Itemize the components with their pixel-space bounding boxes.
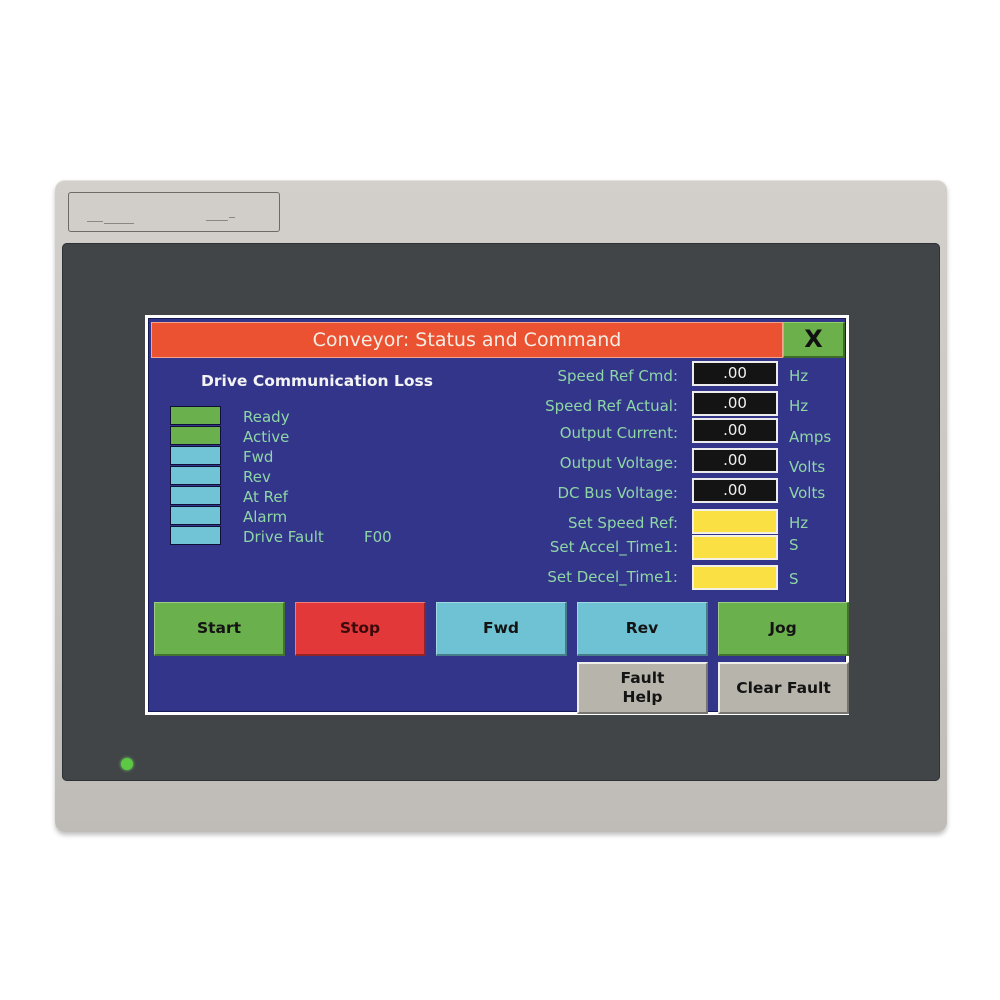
clear-fault-button[interactable]: Clear Fault <box>718 662 849 714</box>
speed-ref-cmd-value: .00 <box>692 361 778 386</box>
stop-button[interactable]: Stop <box>295 602 426 656</box>
set-decel-time-unit: S <box>789 570 799 588</box>
ready-label: Ready <box>243 408 290 426</box>
active-indicator <box>170 426 221 445</box>
at-ref-indicator <box>170 486 221 505</box>
ready-indicator <box>170 406 221 425</box>
speed-ref-cmd-label: Speed Ref Cmd: <box>557 367 678 385</box>
power-led-icon <box>121 758 133 770</box>
dc-bus-voltage-value: .00 <box>692 478 778 503</box>
hmi-screen: Conveyor: Status and Command X Drive Com… <box>145 315 849 715</box>
fault-code: F00 <box>364 528 392 546</box>
set-speed-ref-label: Set Speed Ref: <box>568 514 678 532</box>
dc-bus-voltage-label: DC Bus Voltage: <box>557 484 679 502</box>
rev-indicator <box>170 466 221 485</box>
output-voltage-unit: Volts <box>789 458 826 476</box>
drive-fault-indicator <box>170 526 221 545</box>
dc-bus-voltage-unit: Volts <box>789 484 826 502</box>
set-accel-time-label: Set Accel_Time1: <box>549 538 678 556</box>
set-decel-time-input[interactable] <box>692 565 778 590</box>
fault-help-button[interactable]: Fault Help <box>577 662 708 714</box>
close-button[interactable]: X <box>783 322 845 358</box>
output-voltage-label: Output Voltage: <box>559 454 678 472</box>
rev-label: Rev <box>243 468 271 486</box>
screen-title: Conveyor: Status and Command <box>151 322 783 358</box>
speed-ref-actual-value: .00 <box>692 391 778 416</box>
start-button[interactable]: Start <box>154 602 285 656</box>
speed-ref-actual-unit: Hz <box>789 397 809 415</box>
communication-status-heading: Drive Communication Loss <box>201 372 433 390</box>
at-ref-label: At Ref <box>243 488 288 506</box>
output-current-label: Output Current: <box>559 424 678 442</box>
device-label-plate <box>68 192 280 232</box>
screen-bezel: Conveyor: Status and Command X Drive Com… <box>62 243 940 781</box>
alarm-indicator <box>170 506 221 525</box>
output-current-value: .00 <box>692 418 778 443</box>
screen-content: Conveyor: Status and Command X Drive Com… <box>148 318 849 714</box>
active-label: Active <box>243 428 290 446</box>
output-voltage-value: .00 <box>692 448 778 473</box>
set-accel-time-input[interactable] <box>692 535 778 560</box>
rev-button[interactable]: Rev <box>577 602 708 656</box>
set-speed-ref-unit: Hz <box>789 514 809 532</box>
fwd-button[interactable]: Fwd <box>436 602 567 656</box>
fault-help-label-line2: Help <box>622 688 663 706</box>
set-decel-time-label: Set Decel_Time1: <box>547 568 678 586</box>
set-accel-time-unit: S <box>789 536 799 554</box>
speed-ref-cmd-unit: Hz <box>789 367 809 385</box>
set-speed-ref-input[interactable] <box>692 509 778 534</box>
alarm-label: Alarm <box>243 508 288 526</box>
speed-ref-actual-label: Speed Ref Actual: <box>545 397 678 415</box>
drive-fault-label: Drive Fault <box>243 528 324 546</box>
jog-button[interactable]: Jog <box>718 602 849 656</box>
output-current-unit: Amps <box>789 428 832 446</box>
fwd-label: Fwd <box>243 448 274 466</box>
hmi-device-frame: Conveyor: Status and Command X Drive Com… <box>55 180 947 832</box>
fault-help-label-line1: Fault <box>620 669 665 687</box>
fwd-indicator <box>170 446 221 465</box>
